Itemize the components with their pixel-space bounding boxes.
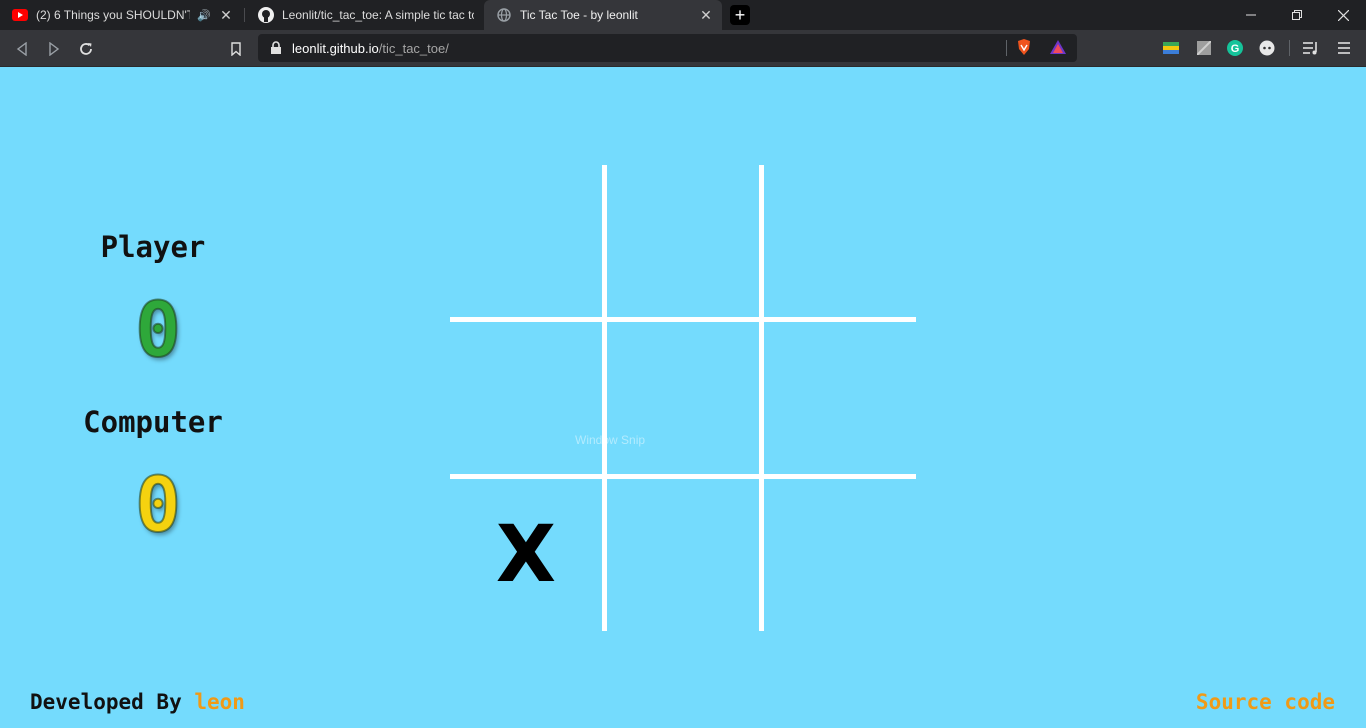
- tab-youtube[interactable]: (2) 6 Things you SHOULDN'T DO 🔊 ✕: [0, 0, 242, 30]
- footer-credit: Developed By leon: [30, 690, 245, 714]
- board-cell-7[interactable]: X: [450, 479, 602, 631]
- player-score: 0: [134, 285, 182, 374]
- new-tab-button[interactable]: +: [730, 5, 750, 25]
- back-button[interactable]: [11, 38, 33, 60]
- menu-icon[interactable]: [1335, 39, 1353, 57]
- extension-square-icon[interactable]: [1195, 39, 1213, 57]
- tab-title: (2) 6 Things you SHOULDN'T DO: [36, 8, 190, 22]
- board-cell-2[interactable]: [607, 165, 759, 317]
- toolbar-divider: [1289, 40, 1290, 56]
- lock-icon: [270, 41, 282, 55]
- developed-by-text: Developed By: [30, 690, 195, 714]
- developer-link[interactable]: leon: [194, 690, 245, 714]
- url-host: leonlit.github.io: [292, 41, 379, 56]
- brave-shields-icon[interactable]: [1015, 38, 1033, 56]
- extension-face-icon[interactable]: [1258, 39, 1276, 57]
- close-window-icon[interactable]: [1320, 0, 1366, 30]
- tab-tic-tac-toe[interactable]: Tic Tac Toe - by leonlit ✕: [484, 0, 722, 30]
- tab-title: Leonlit/tic_tac_toe: A simple tic tac to…: [282, 8, 474, 22]
- computer-label: Computer: [83, 405, 223, 439]
- tab-separator: [244, 8, 245, 22]
- svg-text:G: G: [1231, 43, 1240, 55]
- close-icon[interactable]: ✕: [218, 7, 234, 23]
- reload-button[interactable]: [75, 38, 97, 60]
- media-controls-icon[interactable]: [1302, 39, 1320, 57]
- youtube-icon: [12, 7, 28, 23]
- board-cell-3[interactable]: [764, 165, 916, 317]
- omnibox-divider: [1006, 40, 1007, 56]
- browser-toolbar: leonlit.github.io/tic_tac_toe/ G: [0, 30, 1366, 67]
- url-text: leonlit.github.io/tic_tac_toe/: [292, 41, 449, 56]
- restore-icon[interactable]: [1274, 0, 1320, 30]
- tab-strip: (2) 6 Things you SHOULDN'T DO 🔊 ✕ Leonli…: [0, 0, 1366, 30]
- close-icon[interactable]: ✕: [698, 7, 714, 23]
- board-cell-1[interactable]: [450, 165, 602, 317]
- tab-title: Tic Tac Toe - by leonlit: [520, 8, 638, 22]
- brave-rewards-icon[interactable]: [1049, 38, 1067, 56]
- board-cell-6[interactable]: [764, 322, 916, 474]
- url-path: /tic_tac_toe/: [378, 41, 449, 56]
- board-cell-5[interactable]: [607, 322, 759, 474]
- github-icon: [258, 7, 274, 23]
- player-label: Player: [100, 230, 206, 264]
- extension-flag-icon[interactable]: [1162, 39, 1180, 57]
- address-bar[interactable]: leonlit.github.io/tic_tac_toe/: [258, 34, 1077, 62]
- board-cell-9[interactable]: [764, 479, 916, 631]
- board-cell-4[interactable]: [450, 322, 602, 474]
- board-cell-8[interactable]: [607, 479, 759, 631]
- computer-score: 0: [134, 460, 182, 549]
- game-board: X: [450, 165, 916, 631]
- minimize-icon[interactable]: [1228, 0, 1274, 30]
- forward-button[interactable]: [43, 38, 65, 60]
- window-snip-watermark: Window Snip: [575, 433, 646, 447]
- bookmark-icon[interactable]: [225, 38, 247, 60]
- speaker-icon[interactable]: 🔊: [196, 7, 212, 23]
- source-code-link[interactable]: Source code: [1196, 690, 1335, 714]
- grammarly-icon[interactable]: G: [1226, 39, 1244, 57]
- tab-github[interactable]: Leonlit/tic_tac_toe: A simple tic tac to…: [246, 0, 482, 30]
- globe-icon: [496, 7, 512, 23]
